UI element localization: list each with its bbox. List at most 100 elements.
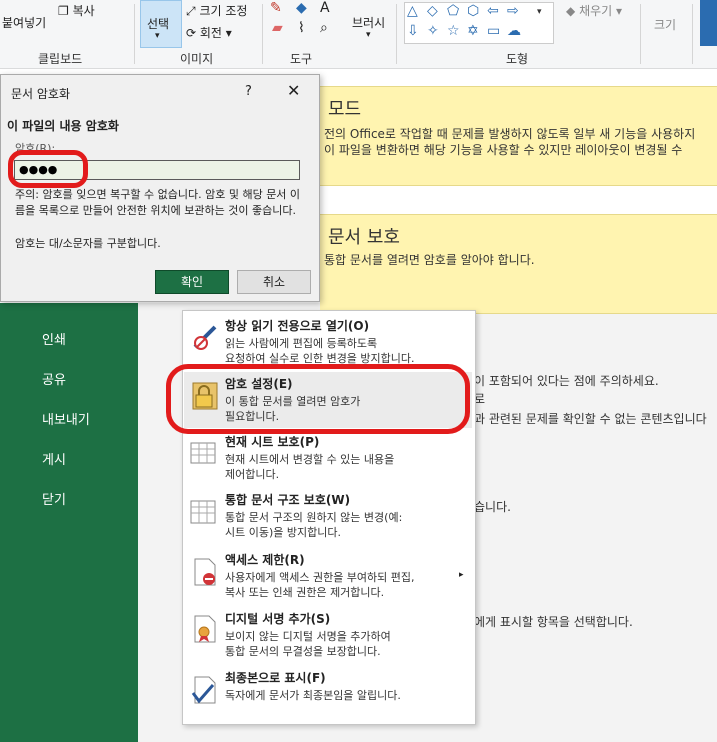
- rotate-label: 회전: [199, 26, 222, 40]
- menu-item-digital-signature[interactable]: 디지털 서명 추가(S) 보이지 않는 디지털 서명을 추가하여 통합 문서의 …: [183, 608, 473, 664]
- rotate-icon: ⟳: [186, 26, 197, 40]
- divider: [396, 4, 397, 64]
- mode-title: 모드: [328, 99, 362, 120]
- cancel-button[interactable]: 취소: [237, 270, 311, 294]
- rotate-button[interactable]: ⟳ 회전 ▾: [186, 24, 232, 41]
- ribbon: 붙여넣기 ❐ 복사 클립보드 선택 ▾ ⤢ 크기 조정 ⟳ 회전 ▾ 이미지 ✎…: [0, 0, 717, 69]
- star5-icon[interactable]: ☆: [447, 23, 460, 39]
- copy-button[interactable]: ❐ 복사: [58, 2, 95, 19]
- menu-item-title: 항상 읽기 전용으로 열기(O): [225, 319, 370, 333]
- sidebar-item-share[interactable]: 공유: [42, 369, 66, 388]
- annotation-circle: [166, 364, 470, 434]
- group-label-image: 이미지: [180, 52, 214, 66]
- cloud-callout-icon[interactable]: ☁: [507, 23, 521, 39]
- resize-label: 크기 조정: [199, 4, 248, 18]
- checkmark-document-icon: [191, 676, 216, 704]
- magnifier-icon[interactable]: ⌕: [320, 20, 328, 36]
- size-button[interactable]: 크기: [654, 16, 676, 33]
- menu-item-desc: 통합 문서 구조의 원하지 않는 변경(예:: [225, 511, 403, 524]
- menu-item-protect-sheet[interactable]: 현재 시트 보호(P) 현재 시트에서 변경할 수 있는 내용을 제어합니다.: [183, 431, 473, 487]
- pentagon-icon[interactable]: ⬠: [447, 3, 459, 19]
- chevron-down-icon[interactable]: ▾: [537, 7, 542, 17]
- menu-item-desc: 시트 이동)을 방지합니다.: [225, 526, 341, 539]
- sidebar-item-export[interactable]: 내보내기: [42, 409, 90, 428]
- close-icon[interactable]: ✕: [287, 81, 300, 100]
- ok-button[interactable]: 확인: [155, 270, 229, 294]
- divider: [640, 4, 641, 64]
- arrow-down-icon[interactable]: ⇩: [407, 23, 419, 39]
- sidebar-item-print[interactable]: 인쇄: [42, 329, 66, 348]
- group-label-tools: 도구: [290, 52, 313, 66]
- eraser-icon[interactable]: ▰: [272, 20, 283, 36]
- menu-item-title: 액세스 제한(R): [225, 553, 305, 567]
- star4-icon[interactable]: ✧: [427, 23, 439, 39]
- menu-item-read-only[interactable]: 항상 읽기 전용으로 열기(O) 읽는 사람에게 편집에 등록하도록 요청하여 …: [183, 315, 473, 371]
- chevron-down-icon: ▾: [155, 31, 160, 41]
- color1-swatch[interactable]: [700, 0, 717, 46]
- backstage-sidebar: 인쇄 공유 내보내기 게시 닫기: [0, 303, 138, 742]
- pencil-no-icon: [193, 325, 217, 350]
- fill-icon[interactable]: ◆: [296, 0, 307, 16]
- copy-label: 복사: [72, 4, 95, 18]
- arrow-right-icon[interactable]: ⇨: [507, 3, 519, 19]
- protect-text: 통합 문서를 열려면 암호를 알아야 합니다.: [324, 253, 535, 267]
- menu-item-desc: 제어합니다.: [225, 468, 280, 481]
- select-label: 선택: [147, 17, 170, 31]
- brushes-button[interactable]: 브러시: [352, 14, 385, 31]
- dialog-heading: 이 파일의 내용 암호화: [7, 119, 119, 133]
- select-button[interactable]: 선택 ▾: [140, 0, 182, 48]
- menu-item-title: 현재 시트 보호(P): [225, 435, 320, 449]
- pencil-icon[interactable]: ✎: [270, 0, 282, 16]
- menu-item-desc: 현재 시트에서 변경할 수 있는 내용을: [225, 453, 395, 466]
- mode-line1: 전의 Office로 작업할 때 문제를 발생하지 않도록 일부 새 기능을 사…: [324, 127, 696, 141]
- text-icon[interactable]: A: [320, 0, 330, 16]
- menu-item-desc: 사용자에게 액세스 권한을 부여하되 편집,: [225, 571, 415, 584]
- menu-item-restrict-access[interactable]: 액세스 제한(R) 사용자에게 액세스 권한을 부여하되 편집, 복사 또는 인…: [183, 549, 473, 605]
- info-line: 과 관련된 문제를 확인할 수 없는 콘텐츠입니다: [474, 412, 707, 426]
- fill-button[interactable]: ◆ 채우기 ▾: [566, 2, 622, 19]
- star6-icon[interactable]: ✡: [467, 23, 479, 39]
- info-line: 이 포함되어 있다는 점에 주의하세요.: [474, 374, 659, 388]
- fill-bucket-icon: ◆: [566, 4, 576, 18]
- chevron-down-icon: ▾: [366, 30, 371, 40]
- resize-icon: ⤢: [186, 4, 196, 18]
- info-line: 에게 표시할 항목을 선택합니다.: [474, 615, 633, 629]
- sidebar-item-close[interactable]: 닫기: [42, 489, 66, 508]
- color-picker-icon[interactable]: ⌇: [298, 20, 305, 36]
- callout-icon[interactable]: ▭: [487, 23, 500, 39]
- hexagon-icon[interactable]: ⬡: [467, 3, 479, 19]
- annotation-circle: [8, 150, 88, 188]
- triangle-icon[interactable]: △: [407, 3, 418, 19]
- divider: [262, 4, 263, 64]
- shapes-gallery[interactable]: △ ◇ ⬠ ⬡ ⇦ ⇨ ⇩ ✧ ☆ ✡ ▭ ☁ ▾: [404, 2, 554, 44]
- group-label-clipboard: 클립보드: [38, 52, 83, 66]
- fill-label: 채우기: [579, 4, 613, 18]
- menu-item-desc: 통합 문서의 무결성을 보장합니다.: [225, 645, 381, 658]
- sidebar-item-publish[interactable]: 게시: [42, 449, 66, 468]
- protect-title: 문서 보호: [328, 227, 400, 248]
- group-label-shapes: 도형: [506, 52, 529, 66]
- case-note: 암호는 대/소문자를 구분합니다.: [15, 237, 161, 250]
- menu-item-title: 디지털 서명 추가(S): [225, 612, 331, 626]
- menu-item-desc: 읽는 사람에게 편집에 등록하도록: [225, 337, 378, 350]
- divider: [134, 4, 135, 64]
- arrow-left-icon[interactable]: ⇦: [487, 3, 499, 19]
- dialog-title: 문서 암호화: [11, 87, 71, 101]
- menu-item-mark-final[interactable]: 최종본으로 표시(F) 독자에게 문서가 최종본임을 알립니다.: [183, 667, 473, 717]
- menu-item-title: 최종본으로 표시(F): [225, 671, 326, 685]
- menu-item-desc: 보이지 않는 디지털 서명을 추가하여: [225, 630, 391, 643]
- warning-text: 주의: 암호를 잊으면 복구할 수 없습니다. 암호 및 해당 문서 이름을 목…: [15, 188, 301, 217]
- protect-banner: 문서 보호 통합 문서를 열려면 암호를 알아야 합니다.: [320, 214, 717, 314]
- help-icon[interactable]: ?: [245, 84, 252, 99]
- compat-mode-banner: 모드 전의 Office로 작업할 때 문제를 발생하지 않도록 일부 새 기능…: [320, 86, 717, 186]
- submenu-arrow-icon: ▸: [459, 570, 464, 580]
- encrypt-dialog: 문서 암호화 ? ✕ 이 파일의 내용 암호화 암호(R): ●●●● 주의: …: [0, 74, 320, 302]
- mode-line2: 이 파일을 변환하면 해당 기능을 사용할 수 있지만 레이아웃이 변경될 수: [324, 143, 683, 157]
- paste-button[interactable]: 붙여넣기: [2, 14, 46, 31]
- diamond-icon[interactable]: ◇: [427, 3, 438, 19]
- menu-item-desc: 복사 또는 인쇄 권한은 제거합니다.: [225, 586, 385, 599]
- ribbon-seal-icon: [194, 615, 216, 643]
- restrict-access-icon: [194, 558, 216, 586]
- resize-button[interactable]: ⤢ 크기 조정: [186, 2, 247, 19]
- menu-item-protect-structure[interactable]: 통합 문서 구조 보호(W) 통합 문서 구조의 원하지 않는 변경(예: 시트…: [183, 489, 473, 545]
